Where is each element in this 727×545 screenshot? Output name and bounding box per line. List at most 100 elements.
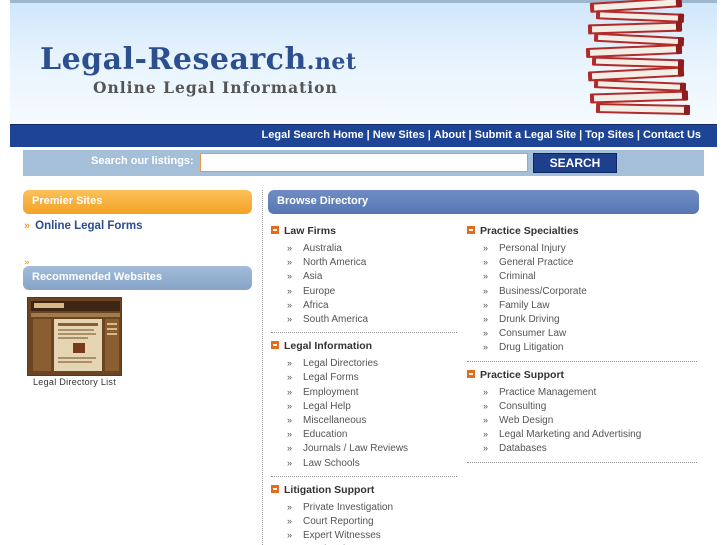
- directory-link-label: Expert Witnesses: [303, 530, 381, 542]
- directory-link-label: Miscellaneous: [303, 415, 367, 426]
- double-chevron-icon: »: [287, 358, 293, 369]
- double-chevron-icon: »: [287, 429, 293, 440]
- section-heading[interactable]: Litigation Support: [271, 484, 374, 496]
- directory-link-label: Family Law: [499, 299, 550, 311]
- double-chevron-icon: »: [483, 243, 489, 253]
- directory-link[interactable]: » Miscellaneous: [287, 415, 366, 426]
- section-heading[interactable]: Practice Specialties: [467, 225, 579, 237]
- directory-link[interactable]: » Practice Management: [483, 387, 596, 398]
- double-chevron-icon: »: [287, 257, 293, 268]
- directory-link[interactable]: » Australia: [287, 243, 342, 254]
- nav-link-contact[interactable]: Contact Us: [643, 129, 701, 141]
- directory-link[interactable]: » Drug Litigation: [483, 342, 563, 353]
- logo-title-text: Legal-Research: [40, 42, 307, 77]
- section-heading-label: Practice Specialties: [480, 225, 579, 237]
- directory-link-label: Private Investigation: [303, 501, 394, 513]
- nav-link-new-sites[interactable]: New Sites: [373, 129, 425, 141]
- directory-link-label: Business/Corporate: [499, 285, 587, 297]
- directory-link[interactable]: » South America: [287, 314, 368, 325]
- nav-separator: |: [366, 129, 370, 141]
- orange-square-icon: [467, 369, 475, 378]
- directory-link[interactable]: » Databases: [483, 443, 547, 454]
- directory-link[interactable]: » Personal Injury: [483, 243, 566, 254]
- section-divider: [467, 461, 697, 463]
- double-chevron-icon: »: [483, 285, 489, 296]
- section-divider: [467, 360, 697, 362]
- directory-link[interactable]: » Web Design: [483, 415, 553, 426]
- nav-separator: |: [427, 129, 431, 141]
- directory-link[interactable]: » Africa: [287, 300, 329, 311]
- orange-square-icon: [271, 484, 279, 493]
- thumbnail-caption[interactable]: Legal Directory List: [33, 377, 116, 387]
- directory-link-label: Europe: [303, 285, 336, 297]
- directory-link[interactable]: » Business/Corporate: [483, 286, 587, 297]
- directory-link[interactable]: » Journals / Law Reviews: [287, 443, 408, 454]
- nav-link-top-sites[interactable]: Top Sites: [585, 129, 634, 141]
- directory-link[interactable]: » Consulting: [483, 401, 546, 412]
- directory-link-label: Legal Directories: [303, 358, 379, 370]
- double-chevron-icon: »: [287, 457, 293, 468]
- directory-link[interactable]: » General Practice: [483, 257, 573, 268]
- directory-link[interactable]: » Education: [287, 429, 347, 440]
- section-divider: [271, 332, 457, 334]
- nav-link-submit[interactable]: Submit a Legal Site: [475, 129, 576, 141]
- double-chevron-icon: »: [483, 443, 489, 454]
- nav-separator: |: [579, 129, 583, 141]
- directory-link-label: Drug Litigation: [499, 342, 564, 354]
- directory-link-label: General Practice: [499, 257, 574, 269]
- section-heading[interactable]: Practice Support: [467, 369, 564, 381]
- double-chevron-icon: »: [483, 400, 489, 411]
- nav-separator: |: [636, 129, 640, 141]
- directory-link[interactable]: » Family Law: [483, 300, 550, 311]
- directory-link[interactable]: » Europe: [287, 286, 335, 297]
- double-chevron-icon: »: [287, 271, 293, 282]
- section-divider: [271, 475, 457, 477]
- directory-link-label: Africa: [303, 299, 329, 311]
- double-chevron-icon: »: [287, 386, 293, 397]
- directory-link[interactable]: » Legal Forms: [287, 372, 359, 383]
- column-divider: [262, 190, 263, 545]
- legal-directory-thumbnail[interactable]: [27, 297, 122, 376]
- directory-link[interactable]: » Drunk Driving: [483, 314, 560, 325]
- double-chevron-icon: »: [287, 501, 293, 512]
- directory-link-label: Court Reporting: [303, 516, 374, 527]
- double-chevron-icon: »: [483, 342, 489, 353]
- directory-link[interactable]: » Legal Directories: [287, 358, 378, 369]
- search-button[interactable]: SEARCH: [533, 153, 617, 173]
- directory-link-label: Practice Management: [499, 386, 597, 398]
- section-heading[interactable]: Law Firms: [271, 225, 336, 237]
- site-logo[interactable]: Legal-Research.net: [40, 42, 357, 77]
- search-input[interactable]: [200, 153, 528, 172]
- directory-link-label: Legal Forms: [303, 372, 359, 384]
- section-heading-label: Practice Support: [480, 368, 565, 381]
- directory-link[interactable]: » Employment: [287, 387, 359, 398]
- directory-link[interactable]: » Court Reporting: [287, 516, 374, 527]
- orange-square-icon: [271, 341, 279, 350]
- double-chevron-icon: »: [483, 257, 489, 268]
- double-chevron-icon: »: [287, 285, 293, 296]
- double-chevron-icon: »: [483, 429, 489, 440]
- nav-links: Legal Search Home | New Sites | About | Submit…: [262, 129, 701, 141]
- nav-separator: |: [468, 129, 472, 141]
- directory-link[interactable]: » Expert Witnesses: [287, 530, 381, 541]
- nav-link-home[interactable]: Legal Search Home: [262, 129, 364, 141]
- directory-link[interactable]: » Private Investigation: [287, 502, 393, 513]
- section-heading[interactable]: Legal Information: [271, 340, 372, 352]
- directory-link[interactable]: » Asia: [287, 271, 322, 282]
- top-navigation-bar: Legal Search Home | New Sites | About | Submit…: [10, 124, 717, 147]
- directory-link[interactable]: » Criminal: [483, 271, 536, 282]
- double-chevron-icon: »: [483, 299, 489, 310]
- orange-square-icon: [467, 226, 475, 234]
- directory-link-label: North America: [303, 257, 367, 269]
- directory-link[interactable]: » Legal Help: [287, 401, 351, 412]
- directory-link[interactable]: » Law Schools: [287, 458, 360, 469]
- directory-link[interactable]: » North America: [287, 257, 366, 268]
- directory-link-label: Employment: [303, 386, 359, 398]
- search-bar: Search our listings: SEARCH: [23, 150, 704, 176]
- directory-link[interactable]: » Legal Marketing and Advertising: [483, 429, 641, 440]
- directory-link[interactable]: » Consumer Law: [483, 328, 566, 339]
- double-chevron-icon: »: [483, 314, 489, 324]
- directory-link-label: Web Design: [499, 415, 554, 426]
- nav-link-about[interactable]: About: [434, 129, 466, 141]
- premier-link-online-legal-forms[interactable]: » Online Legal Forms: [24, 220, 142, 232]
